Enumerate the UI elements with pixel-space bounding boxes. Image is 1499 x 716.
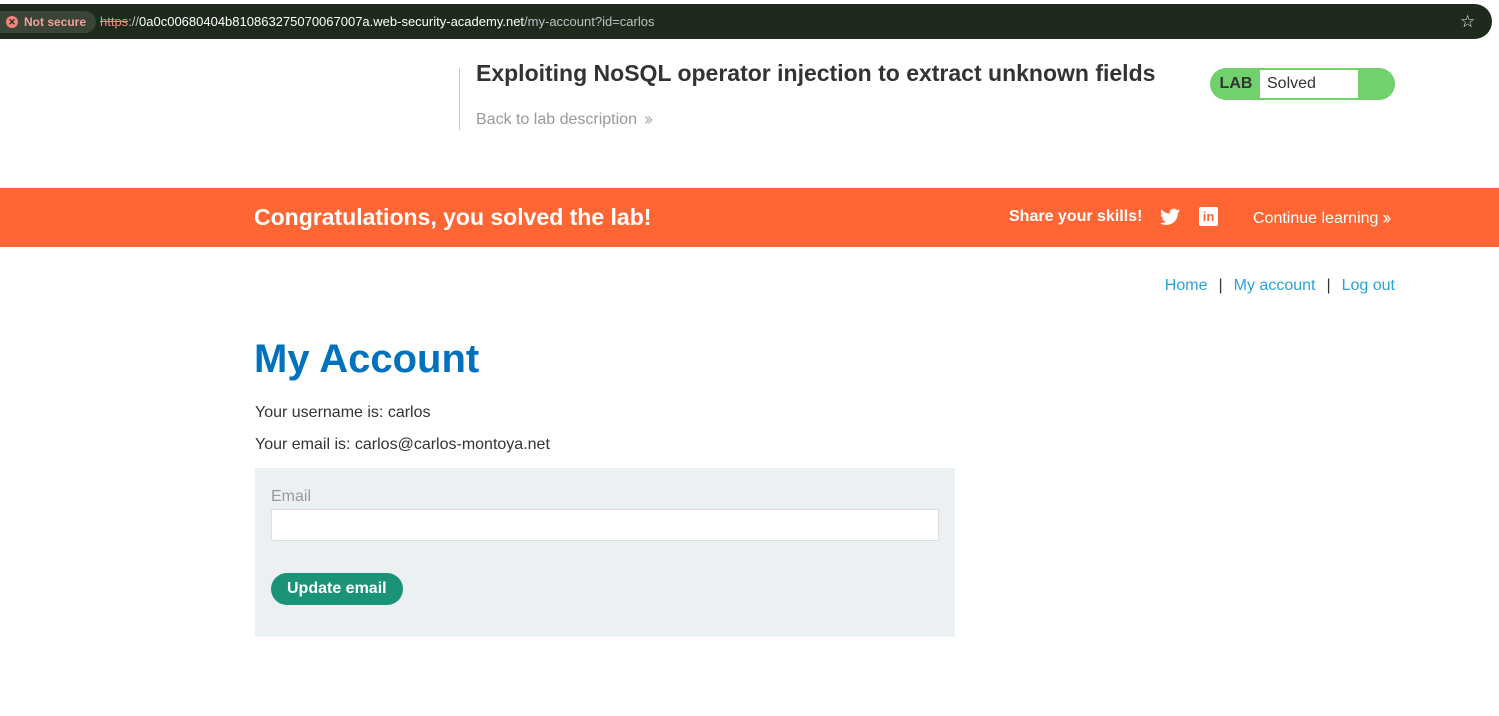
username-info: Your username is: carlos (255, 404, 431, 421)
star-icon[interactable]: ☆ (1460, 13, 1478, 31)
back-link-label: Back to lab description (476, 110, 637, 128)
url-path: /my-account?id=carlos (524, 14, 655, 29)
warning-icon: ✕ (6, 16, 18, 28)
address-bar[interactable]: ✕ Not secure https://0a0c00680404b810863… (0, 4, 1492, 39)
nav-separator: | (1218, 277, 1223, 294)
banner-message: Congratulations, you solved the lab! (254, 204, 652, 230)
solved-banner: Congratulations, you solved the lab! Sha… (0, 188, 1499, 247)
lab-status-widget: LAB Solved (1210, 68, 1395, 100)
url-separator: :// (128, 14, 140, 29)
email-info: Your email is: carlos@carlos-montoya.net (255, 436, 550, 453)
nav-home-link[interactable]: Home (1165, 277, 1208, 295)
nav-my-account-link[interactable]: My account (1234, 277, 1316, 295)
lab-header: Exploiting NoSQL operator injection to e… (0, 46, 1499, 188)
url-scheme: https (100, 14, 129, 29)
top-nav: Home | My account | Log out (1165, 277, 1395, 295)
update-email-button[interactable]: Update email (271, 573, 403, 605)
back-to-lab-description-link[interactable]: Back to lab description ›› (476, 109, 653, 130)
email-label: Email (271, 488, 312, 505)
double-chevron-right-icon: ›› (643, 109, 653, 129)
url-text[interactable]: https://0a0c00680404b810863275070067007a… (100, 14, 654, 29)
header-divider (459, 68, 460, 130)
url-host: 0a0c00680404b810863275070067007a.web-sec… (139, 14, 525, 29)
lab-title: Exploiting NoSQL operator injection to e… (476, 60, 1156, 86)
nav-separator: | (1326, 277, 1331, 294)
share-label: Share your skills! (1009, 208, 1143, 225)
double-chevron-right-icon: ›› (1382, 208, 1391, 228)
browser-toolbar: ✕ Not secure https://0a0c00680404b810863… (0, 0, 1499, 46)
twitter-icon[interactable] (1160, 208, 1180, 226)
continue-learning-label: Continue learning (1253, 209, 1379, 227)
linkedin-icon[interactable]: in (1199, 207, 1218, 226)
lab-status-tag: LAB (1219, 75, 1253, 92)
security-indicator[interactable]: ✕ Not secure (0, 11, 97, 33)
lab-status-value: Solved (1260, 70, 1358, 98)
page-title: My Account (254, 337, 480, 381)
update-email-form: Email Update email (255, 468, 955, 637)
nav-log-out-link[interactable]: Log out (1342, 277, 1395, 295)
email-input[interactable] (271, 509, 939, 541)
continue-learning-link[interactable]: Continue learning ›› (1253, 208, 1391, 229)
security-label: Not secure (24, 15, 87, 29)
